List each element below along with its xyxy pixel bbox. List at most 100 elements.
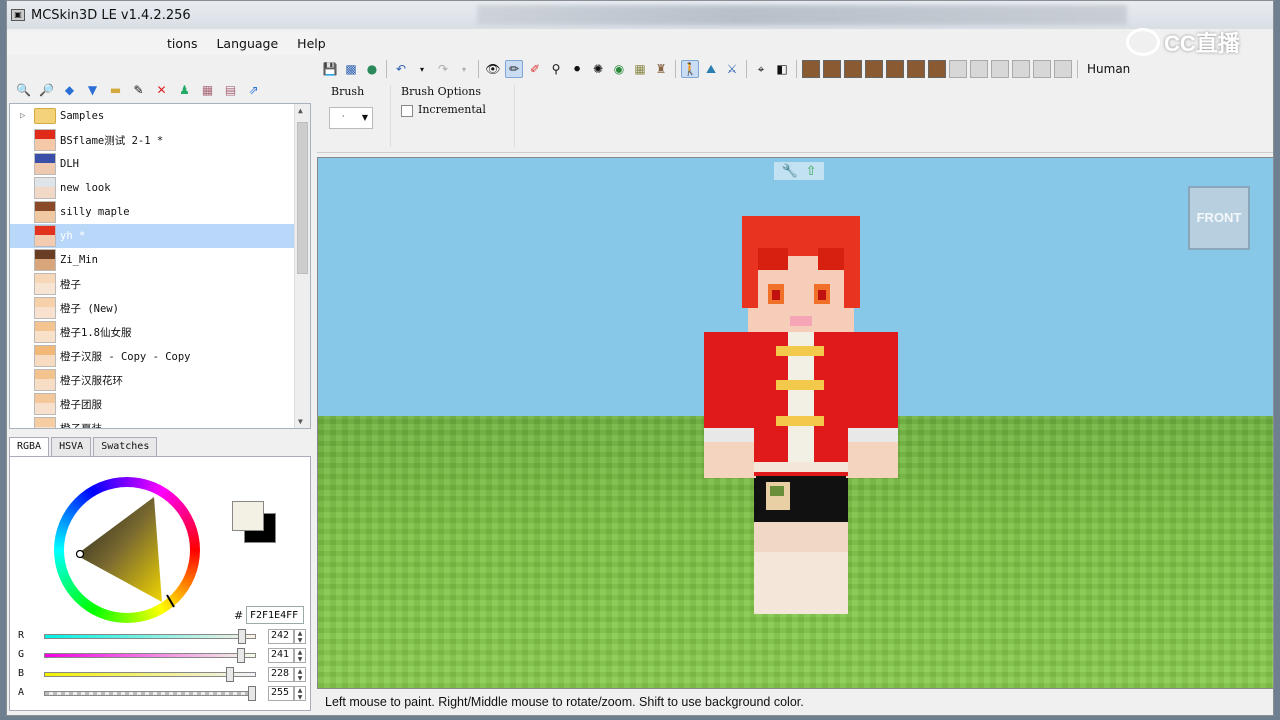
alpha-value[interactable]: 255 [268,686,294,701]
grid-icon[interactable]: ▦ [199,82,216,99]
green-slider[interactable] [44,653,256,658]
cube-icon[interactable]: ◧ [773,60,791,78]
part-head-icon[interactable] [802,60,820,78]
list-item[interactable]: 橙子 (New) [10,296,310,320]
red-value[interactable]: 242 [268,629,294,644]
overlay-arm-alt-icon[interactable] [1012,60,1030,78]
brush-dropdown[interactable]: · ▼ [329,107,373,129]
slider-knob[interactable] [226,667,235,682]
save-all-icon[interactable]: ▩ [342,60,360,78]
blue-slider[interactable] [44,672,256,677]
zoom-in-icon[interactable]: 🔍 [15,82,32,99]
part-helmet-icon[interactable] [823,60,841,78]
spinner-icon[interactable]: ▲ ▼ [294,629,306,644]
camera-icon[interactable]: 👁 [484,60,502,78]
clone-icon[interactable]: ♟ [176,82,193,99]
spinner-icon[interactable]: ▲ ▼ [294,686,306,701]
list-item[interactable]: 橙子 [10,272,310,296]
delete-icon[interactable]: ✕ [153,82,170,99]
alpha-slider[interactable] [44,691,256,696]
move-up-icon[interactable]: ◆ [61,82,78,99]
list-item[interactable]: 橙子汉服花环 [10,368,310,392]
red-slider[interactable] [44,634,256,639]
hue-wheel[interactable] [54,477,200,623]
list-item[interactable]: 橙子团服 [10,392,310,416]
darken-icon[interactable]: ◉ [610,60,628,78]
menu-options[interactable]: tions [167,36,197,51]
part-right-arm-icon[interactable] [865,60,883,78]
menu-help[interactable]: Help [297,36,326,51]
color-panel: # R 242 ▲▼ G 241 ▲▼ B 228 ▲▼ A 255 [9,456,311,711]
list-item[interactable]: ▷ Samples [10,104,310,128]
blue-value[interactable]: 228 [268,667,294,682]
incremental-label: Incremental [418,103,486,116]
upload-globe-icon[interactable]: ● [363,60,381,78]
list-item[interactable]: DLH [10,152,310,176]
incremental-checkbox[interactable] [401,105,413,117]
blue-slider-row: B 228 ▲ ▼ [16,667,306,683]
skin-list: ▷ Samples BSflame测试 2-1 * DLH new look s… [9,103,311,429]
burn-icon[interactable]: ✺ [589,60,607,78]
slider-knob[interactable] [236,648,245,663]
expand-arrow-icon[interactable]: ▷ [20,111,25,121]
part-left-arm-icon[interactable] [886,60,904,78]
green-value[interactable]: 241 [268,648,294,663]
scroll-down-icon[interactable]: ▼ [298,417,303,426]
new-folder-icon[interactable]: ▬ [107,82,124,99]
overlay-head-icon[interactable] [949,60,967,78]
list-item[interactable]: Zi_Min [10,248,310,272]
model-selector[interactable]: Human [1087,62,1130,76]
dropper-icon[interactable]: ⚲ [547,60,565,78]
save-icon[interactable]: 💾 [321,60,339,78]
primary-color-swatch[interactable] [232,501,264,531]
pencil-icon[interactable]: ✏ [505,60,523,78]
dodge-icon[interactable]: ⚫ [568,60,586,78]
undo-dropdown-icon[interactable]: ▾ [413,60,431,78]
part-left-leg-icon[interactable] [928,60,946,78]
green-slider-row: G 241 ▲ ▼ [16,648,306,664]
noise-icon[interactable]: ▦ [631,60,649,78]
scrollbar-thumb[interactable] [297,122,308,274]
list-item[interactable]: 橙子汉服 - Copy - Copy [10,344,310,368]
tab-swatches[interactable]: Swatches [93,437,158,457]
spinner-icon[interactable]: ▲ ▼ [294,667,306,682]
tab-rgba[interactable]: RGBA [9,437,50,457]
list-item[interactable]: new look [10,176,310,200]
overlay-body-icon[interactable] [970,60,988,78]
stamp-icon[interactable]: ♜ [652,60,670,78]
scroll-up-icon[interactable]: ▲ [298,106,303,115]
hex-input[interactable] [246,606,304,624]
slider-knob[interactable] [237,629,246,644]
redo-icon[interactable]: ↷ [434,60,452,78]
undo-icon[interactable]: ↶ [392,60,410,78]
grid-alt-icon[interactable]: ▤ [222,82,239,99]
list-item[interactable]: 橙子夏装 [10,416,310,428]
zoom-out-icon[interactable]: 🔎 [38,82,55,99]
menu-language[interactable]: Language [216,36,278,51]
grass-toggle-icon[interactable]: ⚔ [723,60,741,78]
spinner-icon[interactable]: ▲ ▼ [294,648,306,663]
tab-hsva[interactable]: HSVA [51,437,92,457]
move-down-icon[interactable]: ▼ [84,82,101,99]
skin-list-scrollbar[interactable]: ▲ ▼ [294,104,310,428]
list-item[interactable]: silly maple [10,200,310,224]
person-view-icon[interactable]: 🚶 [681,60,699,78]
part-body-icon[interactable] [844,60,862,78]
saturation-triangle[interactable] [54,477,200,623]
upload-icon[interactable]: ⇗ [245,82,262,99]
list-item-selected[interactable]: yh * [10,224,310,248]
ground-icon[interactable]: ⛰ [702,60,720,78]
redo-dropdown-icon[interactable]: ▾ [455,60,473,78]
overlay-leg-alt-icon[interactable] [1054,60,1072,78]
part-right-leg-icon[interactable] [907,60,925,78]
color-tabs: RGBA HSVA Swatches [9,437,159,457]
slider-knob[interactable] [248,686,256,701]
center-view-icon[interactable]: ⌖ [752,60,770,78]
list-item[interactable]: 橙子1.8仙女服 [10,320,310,344]
rename-icon[interactable]: ✎ [130,82,147,99]
3d-viewport[interactable]: 🔧 ⇧ FRONT [317,157,1273,689]
eraser-icon[interactable]: ✐ [526,60,544,78]
overlay-arm-icon[interactable] [991,60,1009,78]
overlay-leg-icon[interactable] [1033,60,1051,78]
list-item[interactable]: BSflame测试 2-1 * [10,128,310,152]
